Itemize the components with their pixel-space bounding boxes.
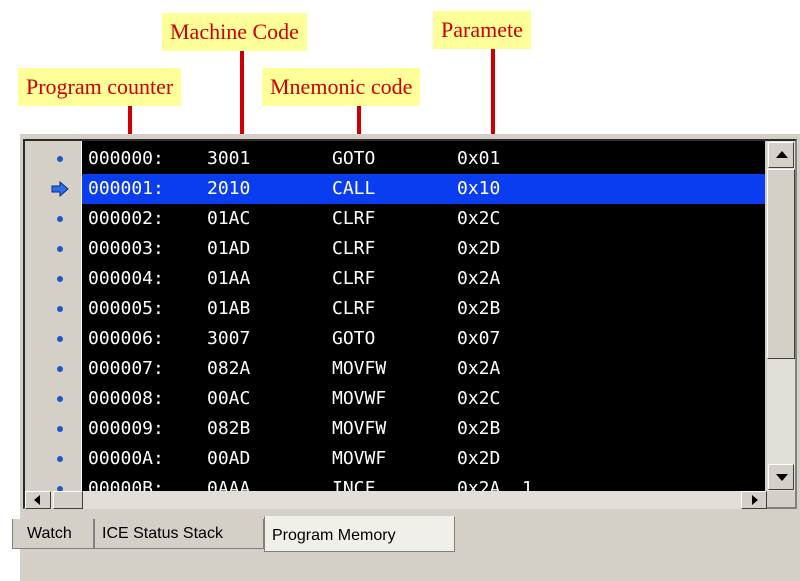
scroll-down-button[interactable]: [768, 464, 794, 490]
program-memory-row[interactable]: 000007: 082A MOVFW 0x2A: [82, 354, 765, 384]
parameter-callout: Paramete: [433, 11, 531, 49]
program-counter-cell: 000002:: [88, 208, 164, 229]
program-memory-frame: 000000: 3001 GOTO 0x01 000001: 2010 CALL 0x10 00…: [23, 139, 797, 509]
machine-code-callout: Machine Code: [162, 13, 307, 51]
machine-code-cell: 3001: [207, 148, 251, 169]
arrow-left-icon: [34, 495, 40, 505]
program-memory-row[interactable]: 000005: 01AB CLRF 0x2B: [82, 294, 765, 324]
arrow-up-icon: [776, 151, 788, 158]
vertical-scrollbar[interactable]: [767, 141, 795, 491]
mnemonic-cell: CLRF: [332, 238, 376, 259]
parameter-cell: 0x2C: [457, 208, 501, 229]
machine-code-cell: 00AC: [207, 388, 251, 409]
tab-watch[interactable]: Watch: [12, 519, 94, 549]
parameter-leader: [491, 49, 495, 140]
bullet-icon: [57, 276, 63, 282]
mnemonic-cell: MOVFW: [332, 358, 387, 379]
parameter-cell: 0x2A: [457, 358, 501, 379]
mnemonic-cell: MOVWF: [332, 448, 387, 469]
machine-code-cell: 082B: [207, 418, 251, 439]
program-memory-row[interactable]: 000009: 082B MOVFW 0x2B: [82, 414, 765, 444]
tab-program-memory[interactable]: Program Memory: [264, 516, 455, 552]
mnemonic-cell: GOTO: [332, 328, 376, 349]
mnemonic-cell: CLRF: [332, 268, 376, 289]
machine-code-cell: 01AD: [207, 238, 251, 259]
program-memory-row[interactable]: 000004: 01AA CLRF 0x2A: [82, 264, 765, 294]
program-counter-cell: 000001:: [88, 178, 164, 199]
vertical-scroll-thumb[interactable]: [767, 169, 795, 359]
program-counter-cell: 000005:: [88, 298, 164, 319]
parameter-cell: 0x2A, 1: [457, 478, 533, 491]
program-counter-cell: 000000:: [88, 148, 164, 169]
bullet-icon: [57, 456, 63, 462]
horizontal-scrollbar[interactable]: [25, 491, 767, 509]
machine-code-cell: 0AAA: [207, 478, 251, 491]
scroll-right-button[interactable]: [741, 491, 767, 509]
program-memory-row[interactable]: 000003: 01AD CLRF 0x2D: [82, 234, 765, 264]
parameter-cell: 0x10: [457, 178, 501, 199]
program-counter-cell: 000009:: [88, 418, 164, 439]
bullet-icon: [57, 426, 63, 432]
program-counter-cell: 000006:: [88, 328, 164, 349]
mnemonic-code-callout: Mnemonic code: [262, 68, 421, 106]
arrow-right-icon: [752, 495, 758, 505]
current-line-arrow-icon: [51, 181, 69, 197]
program-memory-listing: 000000: 3001 GOTO 0x01 000001: 2010 CALL 0x10 00…: [82, 141, 765, 491]
machine-code-cell: 01AA: [207, 268, 251, 289]
mnemonic-cell: MOVWF: [332, 388, 387, 409]
machine-code-cell: 01AB: [207, 298, 251, 319]
program-memory-row[interactable]: 00000A: 00AD MOVWF 0x2D: [82, 444, 765, 474]
machine-code-cell: 3007: [207, 328, 251, 349]
mnemonic-cell: INCF: [332, 478, 376, 491]
bullet-icon: [57, 366, 63, 372]
program-memory-row[interactable]: 000001: 2010 CALL 0x10: [82, 174, 765, 204]
bullet-icon: [57, 246, 63, 252]
program-counter-cell: 000007:: [88, 358, 164, 379]
mnemonic-cell: CLRF: [332, 208, 376, 229]
parameter-cell: 0x01: [457, 148, 501, 169]
parameter-cell: 0x2A: [457, 268, 501, 289]
program-counter-callout: Program counter: [18, 68, 182, 106]
program-counter-cell: 00000B:: [88, 478, 164, 491]
program-counter-cell: 000008:: [88, 388, 164, 409]
tab-ice-status-stack[interactable]: ICE Status Stack: [94, 519, 264, 549]
horizontal-scroll-thumb[interactable]: [53, 491, 83, 509]
mnemonic-cell: MOVFW: [332, 418, 387, 439]
program-memory-row[interactable]: 00000B: 0AAA INCF 0x2A, 1: [82, 474, 765, 491]
scroll-up-button[interactable]: [768, 142, 794, 168]
mnemonic-cell: CLRF: [332, 298, 376, 319]
mnemonic-cell: GOTO: [332, 148, 376, 169]
bullet-icon: [57, 156, 63, 162]
program-memory-window: 000000: 3001 GOTO 0x01 000001: 2010 CALL 0x10 00…: [12, 134, 800, 581]
program-counter-cell: 00000A:: [88, 448, 164, 469]
parameter-cell: 0x2D: [457, 238, 501, 259]
machine-code-leader: [240, 51, 244, 140]
parameter-cell: 0x07: [457, 328, 501, 349]
bullet-icon: [57, 336, 63, 342]
program-memory-row[interactable]: 000000: 3001 GOTO 0x01: [82, 144, 765, 174]
program-memory-row[interactable]: 000006: 3007 GOTO 0x07: [82, 324, 765, 354]
bullet-icon: [57, 216, 63, 222]
machine-code-cell: 01AC: [207, 208, 251, 229]
machine-code-cell: 00AD: [207, 448, 251, 469]
scroll-left-button[interactable]: [25, 491, 51, 509]
parameter-cell: 0x2B: [457, 298, 501, 319]
parameter-cell: 0x2D: [457, 448, 501, 469]
program-counter-cell: 000003:: [88, 238, 164, 259]
arrow-down-icon: [776, 474, 788, 481]
program-memory-row[interactable]: 000002: 01AC CLRF 0x2C: [82, 204, 765, 234]
mnemonic-cell: CALL: [332, 178, 376, 199]
debug-tab-bar: Watch ICE Status Stack Program Memory: [12, 512, 800, 581]
parameter-cell: 0x2B: [457, 418, 501, 439]
program-memory-row[interactable]: 000008: 00AC MOVWF 0x2C: [82, 384, 765, 414]
machine-code-cell: 2010: [207, 178, 251, 199]
bullet-icon: [57, 396, 63, 402]
machine-code-cell: 082A: [207, 358, 251, 379]
parameter-cell: 0x2C: [457, 388, 501, 409]
breakpoint-gutter[interactable]: [25, 141, 82, 492]
program-counter-cell: 000004:: [88, 268, 164, 289]
bullet-icon: [57, 306, 63, 312]
